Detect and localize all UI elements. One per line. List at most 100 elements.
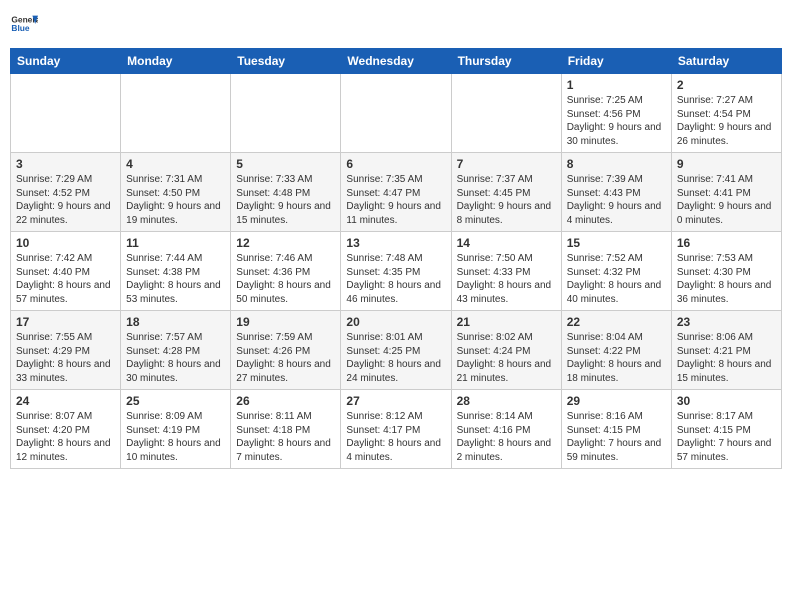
day-info: Sunrise: 7:33 AMSunset: 4:48 PMDaylight:…	[236, 173, 335, 227]
day-info: Sunrise: 7:44 AMSunset: 4:38 PMDaylight:…	[126, 252, 225, 306]
calendar-cell: 17 Sunrise: 7:55 AMSunset: 4:29 PMDayligh…	[11, 311, 121, 390]
day-info: Sunrise: 7:55 AMSunset: 4:29 PMDaylight:…	[16, 331, 115, 385]
day-number: 6	[346, 157, 445, 171]
day-number: 13	[346, 236, 445, 250]
calendar-cell: 1Sunrise: 7:25 AMSunset: 4:56 PMDaylight…	[561, 74, 671, 153]
logo-icon: General Blue	[10, 10, 38, 38]
day-number: 29	[567, 394, 666, 408]
weekday-sunday: Sunday	[11, 49, 121, 74]
day-number: 5	[236, 157, 335, 171]
day-number: 30	[677, 394, 776, 408]
weekday-monday: Monday	[121, 49, 231, 74]
weekday-saturday: Saturday	[671, 49, 781, 74]
day-info: Sunrise: 7:52 AMSunset: 4:32 PMDaylight:…	[567, 252, 666, 306]
calendar-cell	[451, 74, 561, 153]
calendar-cell: 27Sunrise: 8:12 AMSunset: 4:17 PMDayligh…	[341, 390, 451, 469]
calendar-cell: 3Sunrise: 7:29 AMSunset: 4:52 PMDaylight…	[11, 153, 121, 232]
day-info: Sunrise: 7:59 AMSunset: 4:26 PMDaylight:…	[236, 331, 335, 385]
weekday-wednesday: Wednesday	[341, 49, 451, 74]
day-info: Sunrise: 7:48 AMSunset: 4:35 PMDaylight:…	[346, 252, 445, 306]
calendar-cell: 26 Sunrise: 8:11 AMSunset: 4:18 PMDayligh…	[231, 390, 341, 469]
calendar-cell: 5 Sunrise: 7:33 AMSunset: 4:48 PMDaylight…	[231, 153, 341, 232]
day-info: Sunrise: 8:02 AMSunset: 4:24 PMDaylight:…	[457, 331, 556, 385]
day-info: Sunrise: 7:31 AMSunset: 4:50 PMDaylight:…	[126, 173, 225, 227]
day-info: Sunrise: 7:37 AMSunset: 4:45 PMDaylight:…	[457, 173, 556, 227]
day-info: Sunrise: 7:27 AMSunset: 4:54 PMDaylight:…	[677, 94, 776, 148]
calendar-cell: 8 Sunrise: 7:39 AMSunset: 4:43 PMDaylight…	[561, 153, 671, 232]
calendar-cell: 14 Sunrise: 7:50 AMSunset: 4:33 PMDayligh…	[451, 232, 561, 311]
calendar-cell: 23Sunrise: 8:06 AMSunset: 4:21 PMDayligh…	[671, 311, 781, 390]
day-number: 7	[457, 157, 556, 171]
calendar-cell: 7 Sunrise: 7:37 AMSunset: 4:45 PMDaylight…	[451, 153, 561, 232]
calendar-cell: 12 Sunrise: 7:46 AMSunset: 4:36 PMDayligh…	[231, 232, 341, 311]
day-number: 9	[677, 157, 776, 171]
calendar-cell: 20 Sunrise: 8:01 AMSunset: 4:25 PMDayligh…	[341, 311, 451, 390]
weekday-friday: Friday	[561, 49, 671, 74]
calendar-cell: 4 Sunrise: 7:31 AMSunset: 4:50 PMDaylight…	[121, 153, 231, 232]
calendar-cell: 30 Sunrise: 8:17 AMSunset: 4:15 PMDayligh…	[671, 390, 781, 469]
day-number: 15	[567, 236, 666, 250]
day-number: 4	[126, 157, 225, 171]
calendar-cell: 10 Sunrise: 7:42 AMSunset: 4:40 PMDayligh…	[11, 232, 121, 311]
weekday-tuesday: Tuesday	[231, 49, 341, 74]
calendar-cell: 25 Sunrise: 8:09 AMSunset: 4:19 PMDayligh…	[121, 390, 231, 469]
calendar-cell	[231, 74, 341, 153]
day-info: Sunrise: 8:11 AMSunset: 4:18 PMDaylight:…	[236, 410, 335, 464]
calendar-cell: 13 Sunrise: 7:48 AMSunset: 4:35 PMDayligh…	[341, 232, 451, 311]
day-number: 22	[567, 315, 666, 329]
day-info: Sunrise: 8:14 AMSunset: 4:16 PMDaylight:…	[457, 410, 556, 464]
day-info: Sunrise: 8:17 AMSunset: 4:15 PMDaylight:…	[677, 410, 776, 464]
day-info: Sunrise: 8:16 AMSunset: 4:15 PMDaylight:…	[567, 410, 666, 464]
day-number: 19	[236, 315, 335, 329]
week-row-3: 10 Sunrise: 7:42 AMSunset: 4:40 PMDayligh…	[11, 232, 782, 311]
day-number: 18	[126, 315, 225, 329]
day-number: 20	[346, 315, 445, 329]
calendar-table: SundayMondayTuesdayWednesdayThursdayFrid…	[10, 48, 782, 469]
day-number: 21	[457, 315, 556, 329]
day-number: 14	[457, 236, 556, 250]
week-row-1: 1Sunrise: 7:25 AMSunset: 4:56 PMDaylight…	[11, 74, 782, 153]
calendar-cell: 22 Sunrise: 8:04 AMSunset: 4:22 PMDayligh…	[561, 311, 671, 390]
calendar-cell	[121, 74, 231, 153]
calendar-cell: 11Sunrise: 7:44 AMSunset: 4:38 PMDayligh…	[121, 232, 231, 311]
calendar-cell: 28Sunrise: 8:14 AMSunset: 4:16 PMDayligh…	[451, 390, 561, 469]
day-info: Sunrise: 7:35 AMSunset: 4:47 PMDaylight:…	[346, 173, 445, 227]
page-header: General Blue	[10, 10, 782, 38]
calendar-cell: 18 Sunrise: 7:57 AMSunset: 4:28 PMDayligh…	[121, 311, 231, 390]
calendar-cell: 19 Sunrise: 7:59 AMSunset: 4:26 PMDayligh…	[231, 311, 341, 390]
day-info: Sunrise: 7:46 AMSunset: 4:36 PMDaylight:…	[236, 252, 335, 306]
day-info: Sunrise: 7:41 AMSunset: 4:41 PMDaylight:…	[677, 173, 776, 227]
day-number: 12	[236, 236, 335, 250]
day-info: Sunrise: 7:39 AMSunset: 4:43 PMDaylight:…	[567, 173, 666, 227]
day-info: Sunrise: 8:07 AMSunset: 4:20 PMDaylight:…	[16, 410, 115, 464]
calendar-cell: 6 Sunrise: 7:35 AMSunset: 4:47 PMDaylight…	[341, 153, 451, 232]
calendar-cell	[341, 74, 451, 153]
calendar-cell: 2Sunrise: 7:27 AMSunset: 4:54 PMDaylight…	[671, 74, 781, 153]
day-number: 17	[16, 315, 115, 329]
calendar-cell: 24 Sunrise: 8:07 AMSunset: 4:20 PMDayligh…	[11, 390, 121, 469]
week-row-4: 17 Sunrise: 7:55 AMSunset: 4:29 PMDayligh…	[11, 311, 782, 390]
day-info: Sunrise: 8:01 AMSunset: 4:25 PMDaylight:…	[346, 331, 445, 385]
day-info: Sunrise: 8:09 AMSunset: 4:19 PMDaylight:…	[126, 410, 225, 464]
day-info: Sunrise: 8:06 AMSunset: 4:21 PMDaylight:…	[677, 331, 776, 385]
calendar-cell: 21 Sunrise: 8:02 AMSunset: 4:24 PMDayligh…	[451, 311, 561, 390]
week-row-2: 3Sunrise: 7:29 AMSunset: 4:52 PMDaylight…	[11, 153, 782, 232]
calendar-cell: 16Sunrise: 7:53 AMSunset: 4:30 PMDayligh…	[671, 232, 781, 311]
day-number: 27	[346, 394, 445, 408]
day-info: Sunrise: 7:42 AMSunset: 4:40 PMDaylight:…	[16, 252, 115, 306]
calendar-cell: 9 Sunrise: 7:41 AMSunset: 4:41 PMDaylight…	[671, 153, 781, 232]
day-number: 26	[236, 394, 335, 408]
day-info: Sunrise: 7:50 AMSunset: 4:33 PMDaylight:…	[457, 252, 556, 306]
weekday-header-row: SundayMondayTuesdayWednesdayThursdayFrid…	[11, 49, 782, 74]
calendar-cell: 29 Sunrise: 8:16 AMSunset: 4:15 PMDayligh…	[561, 390, 671, 469]
day-number: 10	[16, 236, 115, 250]
week-row-5: 24 Sunrise: 8:07 AMSunset: 4:20 PMDayligh…	[11, 390, 782, 469]
day-number: 24	[16, 394, 115, 408]
day-info: Sunrise: 8:04 AMSunset: 4:22 PMDaylight:…	[567, 331, 666, 385]
day-info: Sunrise: 7:57 AMSunset: 4:28 PMDaylight:…	[126, 331, 225, 385]
day-number: 8	[567, 157, 666, 171]
day-info: Sunrise: 7:25 AMSunset: 4:56 PMDaylight:…	[567, 94, 666, 148]
weekday-thursday: Thursday	[451, 49, 561, 74]
calendar-cell: 15 Sunrise: 7:52 AMSunset: 4:32 PMDayligh…	[561, 232, 671, 311]
day-number: 25	[126, 394, 225, 408]
